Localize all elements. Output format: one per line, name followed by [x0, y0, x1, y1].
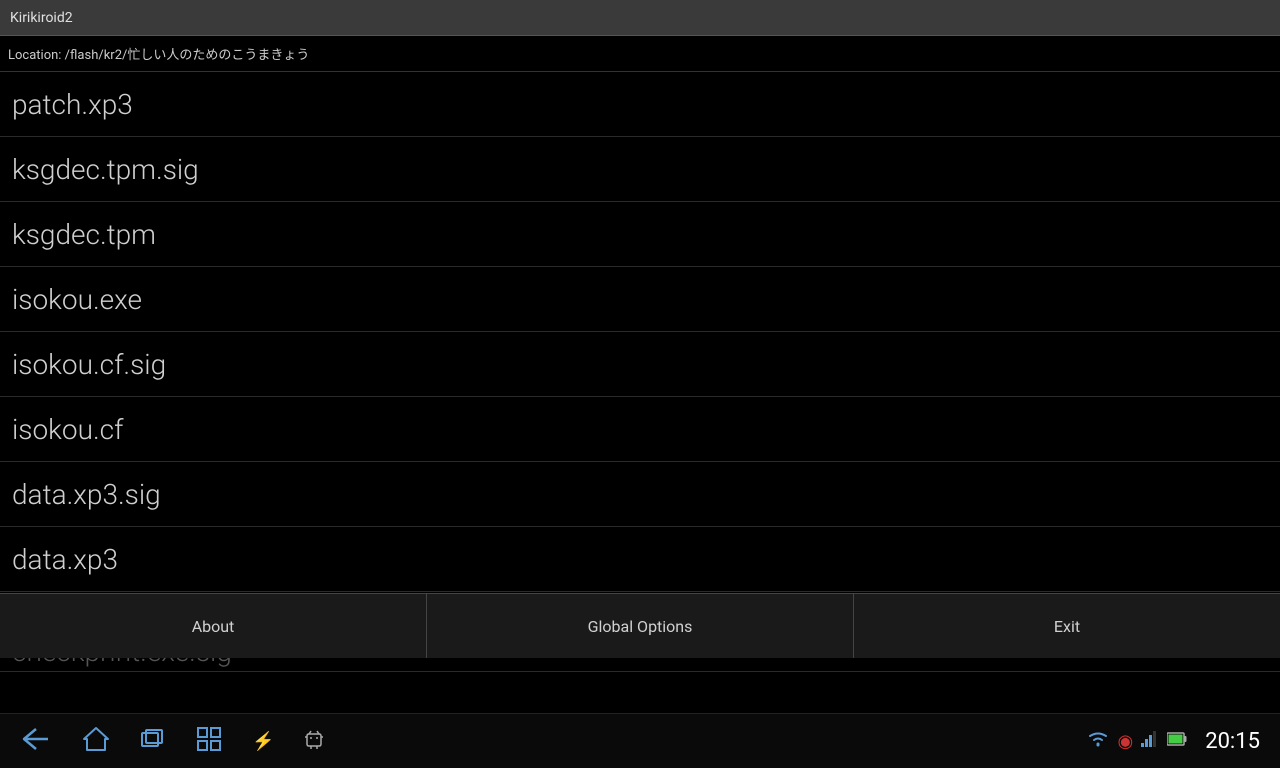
about-label: About	[192, 617, 235, 636]
list-item[interactable]: isokou.exe	[0, 267, 1280, 332]
menu-bar: About Global Options Exit	[0, 593, 1280, 658]
file-name: data.xp3.sig	[12, 478, 161, 511]
file-name: ksgdec.tpm.sig	[12, 153, 199, 186]
global-options-label: Global Options	[588, 617, 693, 636]
file-name: patch.xp3	[12, 88, 133, 121]
nav-left: ⚡	[20, 726, 324, 757]
wifi-icon	[1087, 730, 1109, 752]
recent-apps-button[interactable]	[140, 728, 166, 755]
list-item[interactable]: data.xp3	[0, 527, 1280, 592]
location-bar: Location: /flash/kr2/忙しい人のためのこうまきょう	[0, 36, 1280, 72]
list-item[interactable]: ksgdec.tpm	[0, 202, 1280, 267]
battery-icon	[1167, 731, 1187, 751]
nav-bar: ⚡ ◉	[0, 713, 1280, 768]
back-button[interactable]	[20, 727, 52, 756]
file-name: ksgdec.tpm	[12, 218, 156, 251]
file-name: isokou.cf.sig	[12, 348, 166, 381]
usb-icon: ⚡	[252, 731, 274, 752]
exit-button[interactable]: Exit	[854, 594, 1280, 658]
file-name: data.xp3	[12, 543, 118, 576]
title-bar: Kirikiroid2	[0, 0, 1280, 36]
grid-button[interactable]	[196, 726, 222, 757]
signal-icon: ◉	[1117, 731, 1133, 752]
home-button[interactable]	[82, 726, 110, 757]
global-options-button[interactable]: Global Options	[427, 594, 854, 658]
signal-bars-icon	[1141, 731, 1159, 751]
nav-right: ◉ 20:15	[1087, 729, 1260, 754]
list-item[interactable]: patch.xp3	[0, 72, 1280, 137]
list-item[interactable]: isokou.cf	[0, 397, 1280, 462]
list-item[interactable]: data.xp3.sig	[0, 462, 1280, 527]
file-name: isokou.cf	[12, 413, 123, 446]
file-list: patch.xp3 ksgdec.tpm.sig ksgdec.tpm isokou.…	[0, 72, 1280, 672]
time-display: 20:15	[1205, 729, 1260, 754]
list-item[interactable]: isokou.cf.sig	[0, 332, 1280, 397]
main-content: Kirikiroid2 Location: /flash/kr2/忙しい人のため…	[0, 0, 1280, 713]
file-name: isokou.exe	[12, 283, 142, 316]
android-icon	[304, 728, 324, 755]
app-title: Kirikiroid2	[10, 10, 73, 26]
about-button[interactable]: About	[0, 594, 427, 658]
exit-label: Exit	[1054, 617, 1080, 636]
location-text: Location: /flash/kr2/忙しい人のためのこうまきょう	[8, 44, 309, 63]
list-item[interactable]: ksgdec.tpm.sig	[0, 137, 1280, 202]
